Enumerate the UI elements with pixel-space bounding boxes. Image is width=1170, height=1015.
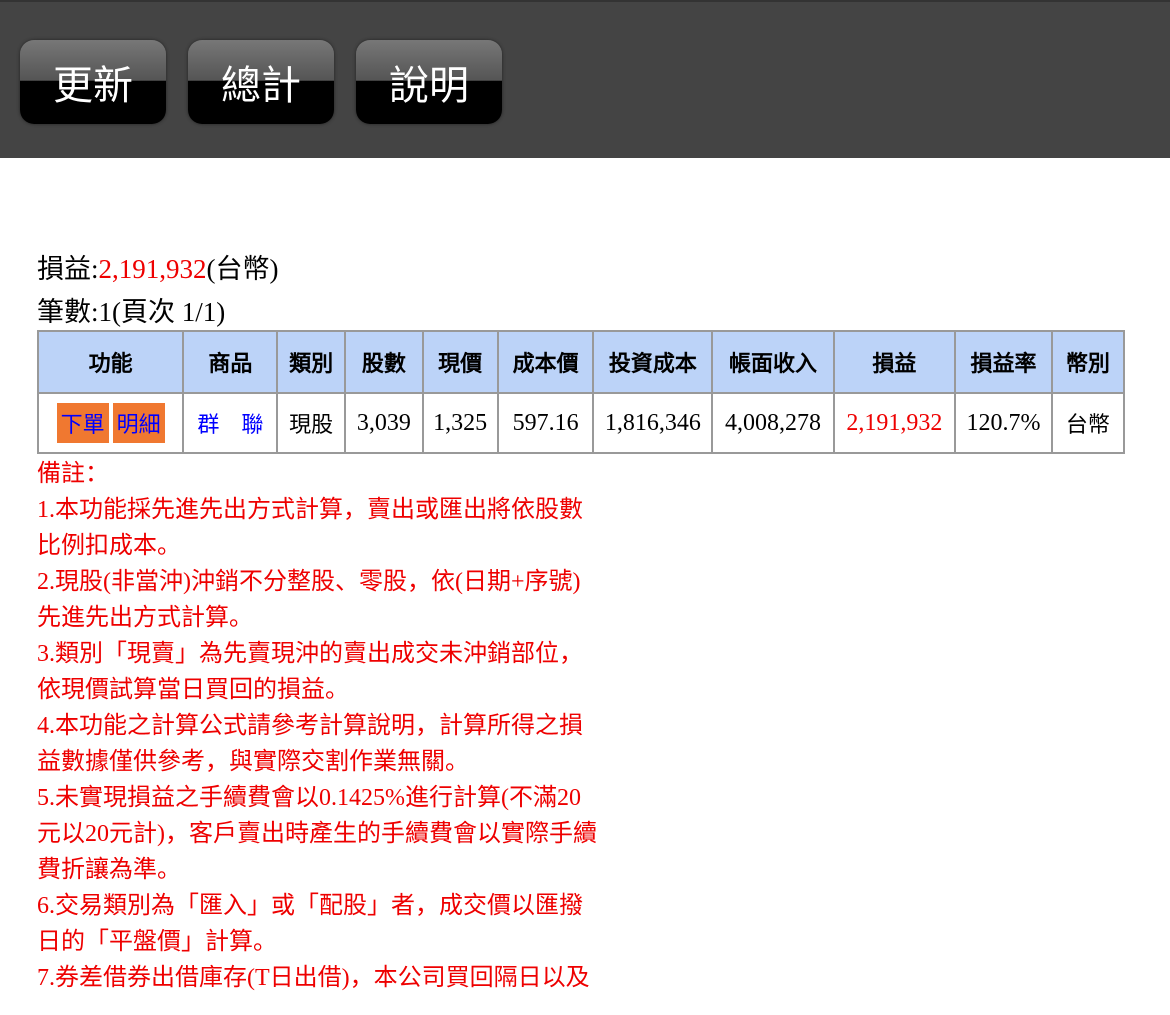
note-line: 2.現股(非當沖)沖銷不分整股、零股，依(日期+序號) [37,569,581,595]
price-cell: 1,325 [421,392,499,454]
pl-cell: 2,191,932 [832,392,957,454]
col-currency: 幣別 [1050,330,1125,394]
note-line: 7.券差借券出借庫存(T日出借)，本公司買回隔日以及 [37,965,590,991]
product-link[interactable]: 群 聯 [197,413,263,438]
note-line: 比例扣成本。 [37,533,181,559]
function-cell: 下單 明細 [37,392,185,454]
col-pl-rate: 損益率 [954,330,1053,394]
note-line: 費折讓為準。 [37,857,181,883]
pl-label: 損益: [37,254,99,284]
order-button[interactable]: 下單 [56,403,109,443]
pl-value: 2,191,932 [98,254,207,284]
total-button[interactable]: 總計 [188,40,334,124]
cost-price-cell: 597.16 [496,392,595,454]
note-line: 1.本功能採先進先出方式計算，賣出或匯出將依股數 [37,497,583,523]
detail-button[interactable]: 明細 [112,403,165,443]
col-book-income: 帳面收入 [711,330,835,394]
pl-currency: (台幣) [206,254,279,284]
col-function: 功能 [37,330,185,394]
note-line: 依現價試算當日買回的損益。 [37,677,349,703]
table-row: 下單 明細 群 聯 現股 3,039 1,325 597.16 1,816,346… [37,392,1125,454]
pl-rate-cell: 120.7% [954,392,1053,454]
currency-cell: 台幣 [1050,392,1125,454]
book-income-cell: 4,008,278 [711,392,835,454]
positions-table-wrap: 功能 商品 類別 股數 現價 成本價 投資成本 帳面收入 損益 損益率 幣別 下… [37,330,1125,454]
note-line: 5.未實現損益之手續費會以0.1425%進行計算(不滿20 [37,785,581,811]
note-line: 6.交易類別為「匯入」或「配股」者，成交價以匯撥 [37,893,583,919]
shares-cell: 3,039 [344,392,424,454]
help-button[interactable]: 說明 [356,40,502,124]
note-line: 元以20元計)，客戶賣出時產生的手續費會以實際手續 [37,821,597,847]
record-count: 筆數:1(頁次 1/1) [37,297,226,327]
positions-table: 功能 商品 類別 股數 現價 成本價 投資成本 帳面收入 損益 損益率 幣別 下… [37,330,1125,454]
refresh-button[interactable]: 更新 [20,40,166,124]
col-product: 商品 [182,330,279,394]
type-cell: 現股 [276,392,347,454]
pl-summary: 損益:2,191,932(台幣) [37,247,279,286]
col-cost-price: 成本價 [496,330,595,394]
note-line: 益數據僅供參考，與實際交割作業無關。 [37,749,469,775]
col-pl: 損益 [832,330,957,394]
col-price: 現價 [421,330,499,394]
invest-cost-cell: 1,816,346 [592,392,714,454]
note-line: 日的「平盤價」計算。 [37,929,277,955]
note-line: 3.類別「現賣」為先賣現沖的賣出成交未沖銷部位， [37,641,583,667]
toolbar: 更新 總計 說明 [0,0,1170,158]
note-line: 4.本功能之計算公式請參考計算說明，計算所得之損 [37,713,583,739]
notes: 備註： 1.本功能採先進先出方式計算，賣出或匯出將依股數 比例扣成本。 2.現股… [37,456,657,996]
notes-title: 備註： [37,461,109,487]
col-shares: 股數 [344,330,424,394]
table-header-row: 功能 商品 類別 股數 現價 成本價 投資成本 帳面收入 損益 損益率 幣別 [37,330,1125,394]
col-invest-cost: 投資成本 [592,330,714,394]
note-line: 先進先出方式計算。 [37,605,253,631]
col-type: 類別 [276,330,347,394]
